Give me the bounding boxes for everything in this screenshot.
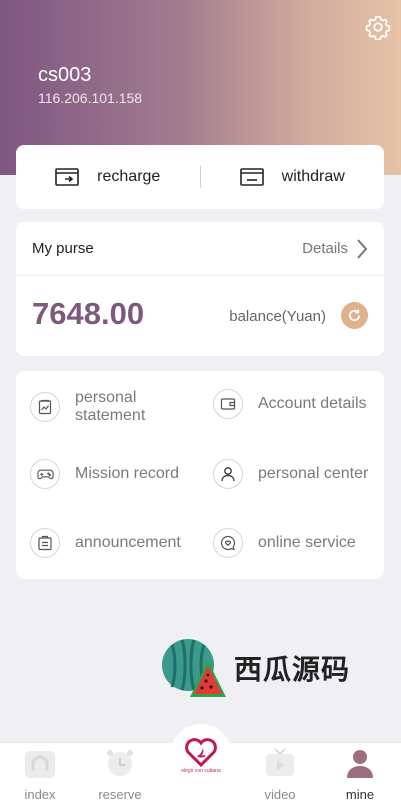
menu-label: announcement (75, 534, 181, 551)
clipboard-icon (30, 528, 60, 558)
purse-header: My purse Details (16, 222, 384, 276)
menu-label: Mission record (75, 465, 180, 482)
user-icon (213, 459, 243, 489)
tv-icon (266, 748, 294, 776)
refresh-button[interactable] (341, 302, 368, 329)
purse-card: My purse Details 7648.00 balance(Yuan) (16, 222, 384, 356)
menu-item-announcement[interactable]: announcement (30, 528, 181, 558)
tab-video[interactable]: video (240, 743, 320, 804)
ip-address: 116.206.101.158 (38, 90, 143, 106)
menu-card: personal statement Account details Missi… (16, 371, 384, 579)
recharge-button[interactable]: recharge (16, 145, 200, 209)
tab-reserve[interactable]: reserve (80, 743, 160, 804)
chat-heart-icon (213, 528, 243, 558)
username: cs003 (38, 64, 92, 86)
gamepad-icon (30, 459, 60, 489)
details-label: Details (302, 240, 348, 257)
alarm-clock-icon (107, 750, 133, 776)
withdraw-icon (239, 168, 264, 186)
center-logo-text: elegir con cubana (181, 767, 221, 774)
chevron-right-icon (357, 238, 368, 259)
watermark-text: 西瓜源码 (234, 654, 351, 685)
home-icon (25, 751, 55, 778)
tab-index[interactable]: index (0, 743, 80, 804)
menu-item-mission-record[interactable]: Mission record (30, 459, 179, 489)
wallet-icon (213, 389, 243, 419)
center-logo-button[interactable]: elegir con cubana (170, 724, 232, 786)
withdraw-label: withdraw (281, 168, 345, 185)
details-link[interactable]: Details (302, 238, 368, 260)
tab-mine[interactable]: mine (320, 743, 400, 804)
balance-amount: 7648.00 (32, 296, 145, 331)
refresh-icon (349, 309, 361, 321)
menu-item-account-details[interactable]: Account details (213, 389, 367, 419)
menu-label: personal center (258, 465, 369, 482)
action-card: recharge withdraw (16, 145, 384, 209)
purse-title: My purse (32, 240, 94, 257)
menu-item-personal-statement[interactable]: personal statement (30, 389, 175, 425)
menu-label: personal statement (75, 389, 146, 424)
withdraw-button[interactable]: withdraw (201, 145, 385, 209)
chart-icon (30, 392, 60, 422)
heart-logo-icon (185, 737, 217, 767)
person-icon (347, 750, 373, 778)
menu-item-online-service[interactable]: online service (213, 528, 356, 558)
tab-label: mine (345, 787, 375, 802)
recharge-icon (55, 168, 79, 186)
tab-label: video (264, 787, 296, 802)
watermelon-logo-icon (162, 639, 226, 697)
tab-label: reserve (98, 787, 142, 802)
balance-label: balance(Yuan) (229, 308, 326, 325)
watermark: 西瓜源码 (160, 635, 350, 701)
gear-icon[interactable] (365, 14, 391, 40)
menu-label: Account details (258, 395, 367, 412)
menu-item-personal-center[interactable]: personal center (213, 459, 368, 489)
recharge-label: recharge (97, 168, 161, 185)
menu-label: online service (258, 534, 356, 551)
tab-label: index (24, 787, 56, 802)
